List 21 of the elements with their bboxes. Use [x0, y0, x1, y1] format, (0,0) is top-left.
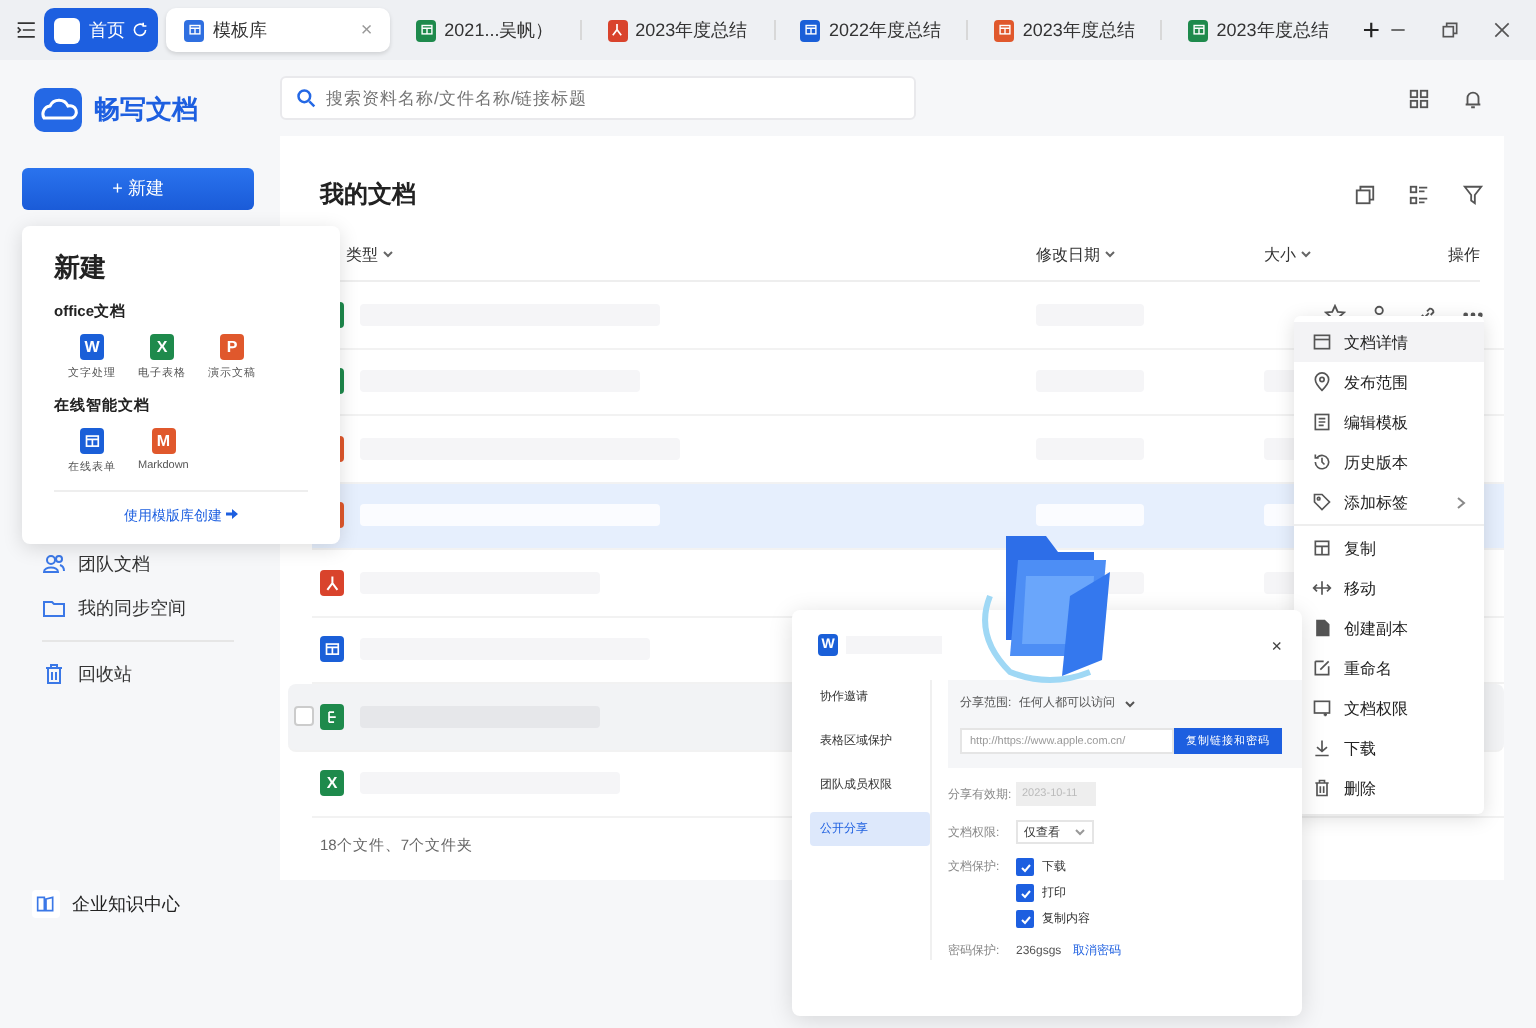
menu-item-label: 编辑模板 — [1344, 411, 1408, 433]
menu-item-label: 文档详情 — [1344, 331, 1408, 353]
menu-item-label: 历史版本 — [1344, 451, 1408, 473]
menu-item-label: 删除 — [1344, 777, 1376, 799]
menu-item-label: 复制 — [1344, 537, 1376, 559]
menu-item-label: 移动 — [1344, 577, 1376, 599]
section-title: 我的文档 — [320, 178, 416, 212]
file-icon: W — [80, 334, 104, 360]
file-icon: X — [320, 770, 344, 797]
menu-item-label: 创建副本 — [1344, 617, 1408, 639]
app-name: 畅写文档 — [94, 92, 198, 128]
menu-item-label: 下载 — [1344, 737, 1376, 759]
popup-title: 新建 — [54, 250, 108, 286]
menu-item-label: 发布范围 — [1344, 371, 1408, 393]
menu-item-label: 文档权限 — [1344, 697, 1408, 719]
file-icon: X — [150, 334, 174, 360]
file-icon: P — [220, 334, 244, 360]
menu-item-label: 重命名 — [1344, 657, 1392, 679]
column-header: 操作 — [1448, 243, 1480, 267]
menu-item-label: 添加标签 — [1344, 491, 1408, 513]
file-icon: M — [151, 428, 176, 454]
